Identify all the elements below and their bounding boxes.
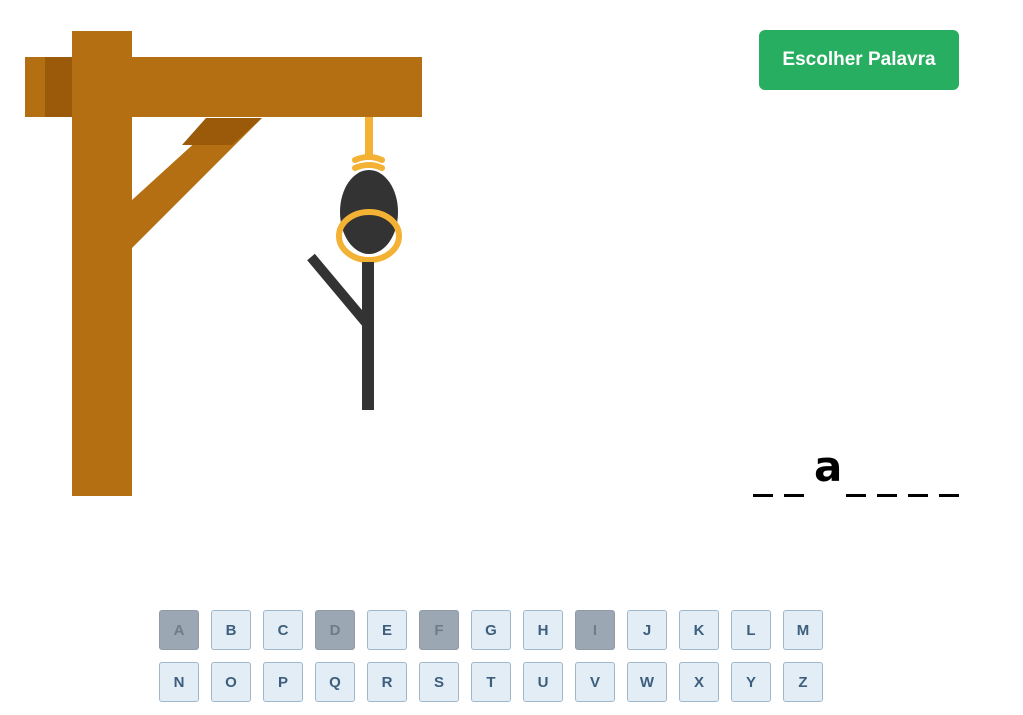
letter-key-t[interactable]: T [471, 662, 511, 702]
letter-key-e[interactable]: E [367, 610, 407, 650]
letter-key-n[interactable]: N [159, 662, 199, 702]
word-slot [876, 444, 898, 500]
hangman-left-arm [307, 253, 372, 329]
letter-key-p[interactable]: P [263, 662, 303, 702]
letter-key-j[interactable]: J [627, 610, 667, 650]
letter-key-u[interactable]: U [523, 662, 563, 702]
gallows-scene [25, 31, 422, 496]
letter-key-s[interactable]: S [419, 662, 459, 702]
letter-key-x[interactable]: X [679, 662, 719, 702]
word-slot [938, 444, 960, 500]
word-slot: a [814, 442, 843, 491]
gallows-beam-end-shadow [45, 57, 72, 117]
letter-key-m[interactable]: M [783, 610, 823, 650]
letter-keyboard: A B C D E F G H I J K L M N O P Q R S T … [159, 610, 823, 702]
letter-key-y[interactable]: Y [731, 662, 771, 702]
word-slot [783, 444, 805, 500]
letter-key-w[interactable]: W [627, 662, 667, 702]
gallows-post [72, 31, 132, 496]
rope-knot [352, 154, 385, 171]
word-display: a [700, 440, 960, 500]
letter-key-g[interactable]: G [471, 610, 511, 650]
choose-word-button[interactable]: Escolher Palavra [759, 30, 959, 90]
letter-key-i[interactable]: I [575, 610, 615, 650]
letter-key-d[interactable]: D [315, 610, 355, 650]
letter-key-c[interactable]: C [263, 610, 303, 650]
letter-key-v[interactable]: V [575, 662, 615, 702]
letter-key-o[interactable]: O [211, 662, 251, 702]
word-slot [752, 444, 774, 500]
letter-key-h[interactable]: H [523, 610, 563, 650]
gallows-brace-shadow [182, 118, 262, 145]
word-slot [845, 444, 867, 500]
letter-key-r[interactable]: R [367, 662, 407, 702]
letter-key-l[interactable]: L [731, 610, 771, 650]
letter-key-b[interactable]: B [211, 610, 251, 650]
letter-key-q[interactable]: Q [315, 662, 355, 702]
word-slot [907, 444, 929, 500]
letter-key-a[interactable]: A [159, 610, 199, 650]
letter-key-z[interactable]: Z [783, 662, 823, 702]
letter-key-f[interactable]: F [419, 610, 459, 650]
letter-key-k[interactable]: K [679, 610, 719, 650]
